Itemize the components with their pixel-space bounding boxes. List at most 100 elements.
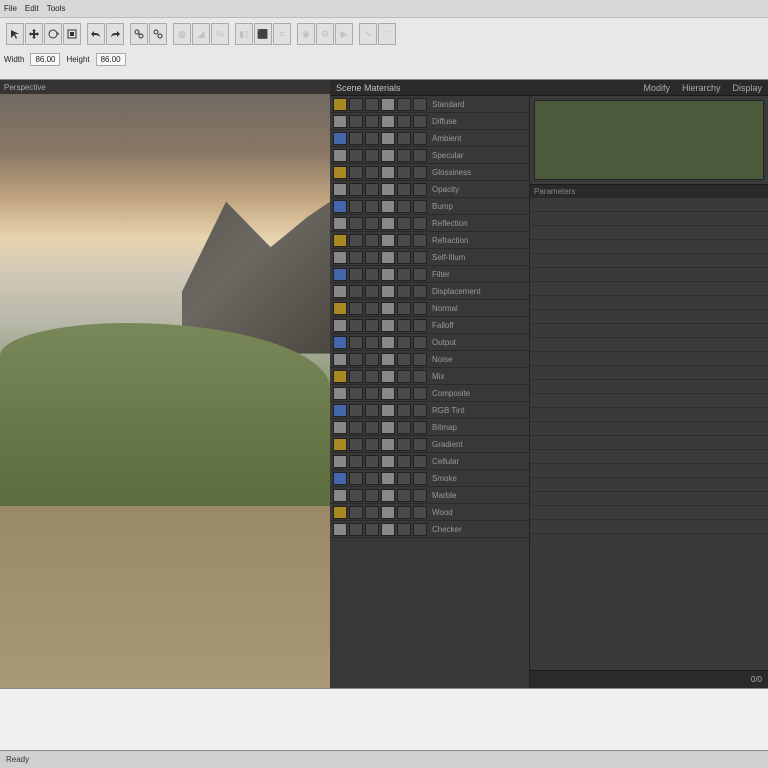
control-toggle-icon[interactable]	[333, 319, 347, 332]
control-toggle-icon[interactable]	[333, 302, 347, 315]
control-toggle-icon[interactable]	[333, 370, 347, 383]
control-toggle-icon[interactable]	[381, 149, 395, 162]
control-row[interactable]: Output	[330, 334, 529, 351]
control-toggle-icon[interactable]	[397, 336, 411, 349]
control-toggle-icon[interactable]	[349, 455, 363, 468]
control-toggle-icon[interactable]	[365, 149, 379, 162]
control-toggle-icon[interactable]	[349, 319, 363, 332]
property-row[interactable]	[530, 324, 768, 338]
control-toggle-icon[interactable]	[413, 200, 427, 213]
control-toggle-icon[interactable]	[381, 336, 395, 349]
control-row[interactable]: Checker	[330, 521, 529, 538]
control-toggle-icon[interactable]	[333, 489, 347, 502]
control-toggle-icon[interactable]	[381, 353, 395, 366]
control-row[interactable]: Bitmap	[330, 419, 529, 436]
control-row[interactable]: Self-Illum	[330, 249, 529, 266]
control-toggle-icon[interactable]	[397, 98, 411, 111]
control-toggle-icon[interactable]	[381, 302, 395, 315]
control-toggle-icon[interactable]	[381, 268, 395, 281]
control-toggle-icon[interactable]	[365, 268, 379, 281]
control-toggle-icon[interactable]	[365, 404, 379, 417]
control-toggle-icon[interactable]	[349, 472, 363, 485]
control-toggle-icon[interactable]	[413, 523, 427, 536]
property-row[interactable]	[530, 422, 768, 436]
menu-item-tools[interactable]: Tools	[47, 4, 66, 13]
control-row[interactable]: Mix	[330, 368, 529, 385]
control-toggle-icon[interactable]	[381, 319, 395, 332]
control-toggle-icon[interactable]	[413, 319, 427, 332]
control-toggle-icon[interactable]	[397, 166, 411, 179]
control-toggle-icon[interactable]	[365, 200, 379, 213]
control-toggle-icon[interactable]	[349, 251, 363, 264]
control-toggle-icon[interactable]	[397, 285, 411, 298]
property-row[interactable]	[530, 198, 768, 212]
property-row[interactable]	[530, 282, 768, 296]
control-toggle-icon[interactable]	[397, 234, 411, 247]
control-toggle-icon[interactable]	[397, 302, 411, 315]
property-row[interactable]	[530, 212, 768, 226]
control-toggle-icon[interactable]	[365, 353, 379, 366]
control-toggle-icon[interactable]	[365, 455, 379, 468]
control-toggle-icon[interactable]	[413, 115, 427, 128]
tool-render[interactable]: ▶	[335, 23, 353, 45]
control-toggle-icon[interactable]	[413, 217, 427, 230]
control-toggle-icon[interactable]	[381, 472, 395, 485]
control-toggle-icon[interactable]	[381, 200, 395, 213]
tool-align[interactable]: ⬛	[254, 23, 272, 45]
control-toggle-icon[interactable]	[413, 455, 427, 468]
control-toggle-icon[interactable]	[365, 132, 379, 145]
control-toggle-icon[interactable]	[397, 506, 411, 519]
control-toggle-icon[interactable]	[413, 404, 427, 417]
control-toggle-icon[interactable]	[397, 455, 411, 468]
property-row[interactable]	[530, 338, 768, 352]
control-toggle-icon[interactable]	[381, 217, 395, 230]
property-row[interactable]	[530, 478, 768, 492]
control-row[interactable]: Reflection	[330, 215, 529, 232]
control-toggle-icon[interactable]	[397, 268, 411, 281]
control-toggle-icon[interactable]	[349, 183, 363, 196]
control-toggle-icon[interactable]	[333, 336, 347, 349]
control-toggle-icon[interactable]	[413, 285, 427, 298]
control-toggle-icon[interactable]	[349, 336, 363, 349]
control-toggle-icon[interactable]	[397, 489, 411, 502]
control-toggle-icon[interactable]	[381, 115, 395, 128]
control-row[interactable]: Opacity	[330, 181, 529, 198]
control-toggle-icon[interactable]	[413, 268, 427, 281]
control-row[interactable]: Noise	[330, 351, 529, 368]
control-toggle-icon[interactable]	[349, 268, 363, 281]
control-toggle-icon[interactable]	[381, 455, 395, 468]
property-row[interactable]	[530, 310, 768, 324]
property-row[interactable]	[530, 520, 768, 534]
control-toggle-icon[interactable]	[413, 132, 427, 145]
control-toggle-icon[interactable]	[333, 404, 347, 417]
control-toggle-icon[interactable]	[349, 387, 363, 400]
control-toggle-icon[interactable]	[397, 115, 411, 128]
control-toggle-icon[interactable]	[333, 506, 347, 519]
control-toggle-icon[interactable]	[381, 132, 395, 145]
control-toggle-icon[interactable]	[365, 251, 379, 264]
property-row[interactable]	[530, 226, 768, 240]
control-toggle-icon[interactable]	[381, 404, 395, 417]
property-row[interactable]	[530, 352, 768, 366]
control-toggle-icon[interactable]	[397, 387, 411, 400]
control-toggle-icon[interactable]	[381, 438, 395, 451]
control-toggle-icon[interactable]	[413, 421, 427, 434]
material-preview[interactable]	[534, 100, 764, 180]
control-toggle-icon[interactable]	[381, 183, 395, 196]
tool-layers[interactable]: ≡	[273, 23, 291, 45]
control-toggle-icon[interactable]	[413, 370, 427, 383]
control-toggle-icon[interactable]	[381, 285, 395, 298]
timeline-area[interactable]	[0, 688, 768, 750]
control-toggle-icon[interactable]	[365, 234, 379, 247]
control-toggle-icon[interactable]	[333, 183, 347, 196]
control-toggle-icon[interactable]	[413, 472, 427, 485]
control-toggle-icon[interactable]	[349, 217, 363, 230]
control-toggle-icon[interactable]	[333, 387, 347, 400]
control-toggle-icon[interactable]	[381, 387, 395, 400]
control-toggle-icon[interactable]	[349, 523, 363, 536]
control-toggle-icon[interactable]	[413, 234, 427, 247]
control-row[interactable]: Falloff	[330, 317, 529, 334]
property-row[interactable]	[530, 506, 768, 520]
control-toggle-icon[interactable]	[365, 387, 379, 400]
property-row[interactable]	[530, 254, 768, 268]
